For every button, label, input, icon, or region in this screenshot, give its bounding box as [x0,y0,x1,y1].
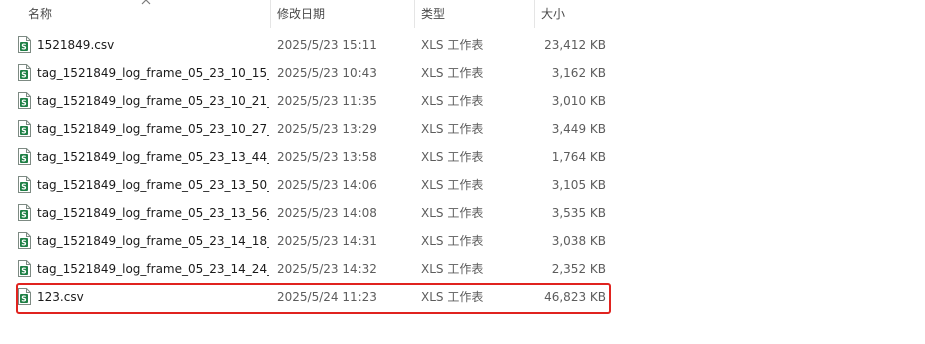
svg-text:S: S [21,99,26,108]
file-type: XLS 工作表 [421,290,484,304]
file-name: 123.csv [37,290,84,304]
file-row[interactable]: Stag_1521849_log_frame_05_23_10_27_... 20… [0,115,614,143]
column-header-date-modified[interactable]: 修改日期 [270,0,414,28]
file-name: tag_1521849_log_frame_05_23_14_18_... [37,234,269,248]
file-row[interactable]: Stag_1521849_log_frame_05_23_13_56_... 20… [0,199,614,227]
file-size: 3,449 KB [551,122,606,136]
file-size: 3,162 KB [551,66,606,80]
svg-text:S: S [21,239,26,248]
file-row[interactable]: S 123.csv 2025/5/24 11:23 XLS 工作表 46,823 KB [0,283,614,311]
file-type: XLS 工作表 [421,122,484,136]
file-row[interactable]: Stag_1521849_log_frame_05_23_14_24_... 20… [0,255,614,283]
file-date-modified: 2025/5/23 13:29 [277,122,377,136]
spreadsheet-file-icon: S [18,232,31,249]
file-list-view: 名称 修改日期 类型 大小 S 1521849.csv 2025/5/23 15:1… [0,0,925,344]
spreadsheet-file-icon: S [18,64,31,81]
file-type: XLS 工作表 [421,150,484,164]
file-type: XLS 工作表 [421,94,484,108]
file-name: tag_1521849_log_frame_05_23_10_27_... [37,122,269,136]
file-date-modified: 2025/5/23 14:31 [277,234,377,248]
file-size: 46,823 KB [544,290,606,304]
file-date-modified: 2025/5/23 14:08 [277,206,377,220]
file-date-modified: 2025/5/23 15:11 [277,38,377,52]
file-row[interactable]: Stag_1521849_log_frame_05_23_13_50_... 20… [0,171,614,199]
file-name: tag_1521849_log_frame_05_23_10_15_... [37,66,269,80]
file-size: 2,352 KB [551,262,606,276]
file-type: XLS 工作表 [421,66,484,80]
file-row[interactable]: Stag_1521849_log_frame_05_23_10_15_... 20… [0,59,614,87]
svg-text:S: S [21,295,26,304]
column-header-bar: 名称 修改日期 类型 大小 [0,0,614,28]
spreadsheet-file-icon: S [18,204,31,221]
file-row[interactable]: Stag_1521849_log_frame_05_23_14_18_... 20… [0,227,614,255]
spreadsheet-file-icon: S [18,36,31,53]
file-date-modified: 2025/5/23 13:58 [277,150,377,164]
file-name: tag_1521849_log_frame_05_23_10_21_... [37,94,269,108]
spreadsheet-file-icon: S [18,120,31,137]
file-date-modified: 2025/5/24 11:23 [277,290,377,304]
file-name: tag_1521849_log_frame_05_23_14_24_... [37,262,269,276]
svg-text:S: S [21,267,26,276]
svg-text:S: S [21,211,26,220]
column-header-name[interactable]: 名称 [22,0,270,28]
column-header-size[interactable]: 大小 [534,0,614,28]
file-date-modified: 2025/5/23 10:43 [277,66,377,80]
spreadsheet-file-icon: S [18,92,31,109]
file-name: tag_1521849_log_frame_05_23_13_44_... [37,150,269,164]
file-row[interactable]: S 1521849.csv 2025/5/23 15:11 XLS 工作表 23,412… [0,31,614,59]
file-name: tag_1521849_log_frame_05_23_13_56_... [37,206,269,220]
spreadsheet-file-icon: S [18,148,31,165]
file-row[interactable]: Stag_1521849_log_frame_05_23_13_44_... 20… [0,143,614,171]
file-date-modified: 2025/5/23 14:06 [277,178,377,192]
svg-text:S: S [21,155,26,164]
column-header-type[interactable]: 类型 [414,0,534,28]
file-size: 23,412 KB [544,38,606,52]
svg-text:S: S [21,183,26,192]
file-size: 3,038 KB [551,234,606,248]
file-size: 1,764 KB [551,150,606,164]
file-name: tag_1521849_log_frame_05_23_13_50_... [37,178,269,192]
spreadsheet-file-icon: S [18,288,31,305]
svg-text:S: S [21,71,26,80]
spreadsheet-file-icon: S [18,260,31,277]
spreadsheet-file-icon: S [18,176,31,193]
file-type: XLS 工作表 [421,234,484,248]
file-name: 1521849.csv [37,38,115,52]
file-type: XLS 工作表 [421,262,484,276]
file-size: 3,535 KB [551,206,606,220]
file-type: XLS 工作表 [421,178,484,192]
file-date-modified: 2025/5/23 11:35 [277,94,377,108]
file-row[interactable]: Stag_1521849_log_frame_05_23_10_21_... 20… [0,87,614,115]
file-size: 3,105 KB [551,178,606,192]
file-type: XLS 工作表 [421,206,484,220]
file-size: 3,010 KB [551,94,606,108]
svg-text:S: S [21,127,26,136]
svg-text:S: S [21,43,26,52]
file-date-modified: 2025/5/23 14:32 [277,262,377,276]
file-type: XLS 工作表 [421,38,484,52]
